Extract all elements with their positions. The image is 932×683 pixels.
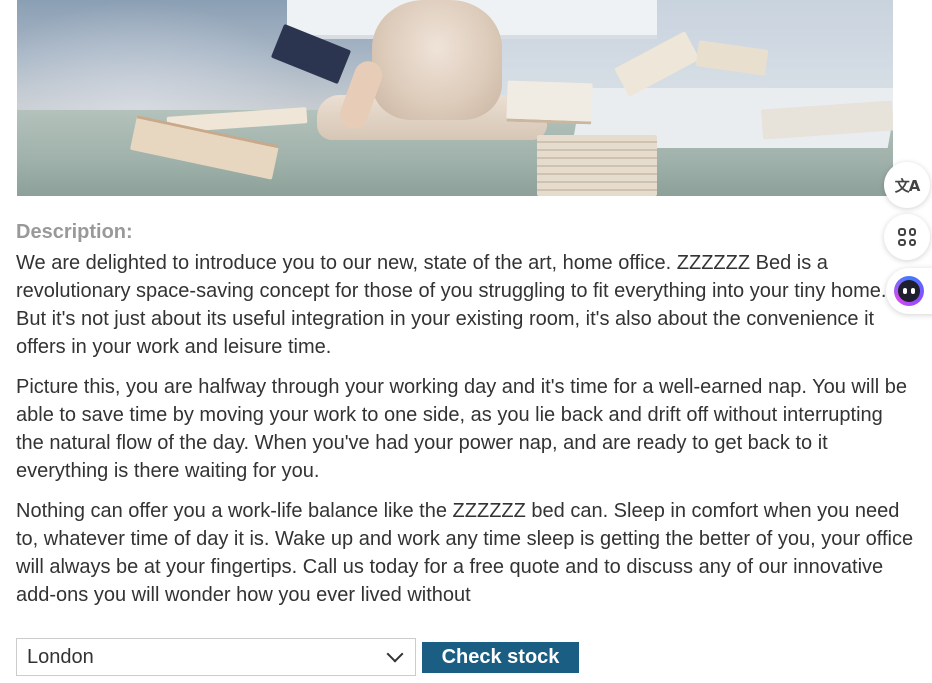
description-line: We are delighted to introduce you to our…: [16, 252, 828, 274]
check-stock-button[interactable]: Check stock: [422, 641, 579, 673]
description-label: Description:: [16, 221, 133, 243]
description-paragraph: We are delighted to introduce you to our…: [16, 249, 916, 361]
description-line: Nothing can offer you a work-life balanc…: [16, 500, 900, 522]
apps-grid-icon: [898, 228, 916, 246]
product-description: We are delighted to introduce you to our…: [16, 249, 916, 621]
description-line: everything is there waiting for you.: [16, 460, 320, 482]
image-book: [506, 80, 593, 125]
product-image: [17, 0, 893, 196]
store-select-value: London: [27, 645, 94, 668]
assistant-button[interactable]: [886, 268, 932, 314]
stock-check-form: London Check stock: [16, 638, 579, 676]
translate-icon: 文A: [894, 176, 921, 195]
description-line: But it's not just about its useful integ…: [16, 308, 875, 330]
description-line: add-ons you will wonder how you ever liv…: [16, 584, 471, 606]
description-line: able to save time by moving your work to…: [16, 404, 883, 426]
product-page: Description: We are delighted to introdu…: [0, 0, 932, 683]
description-paragraph: Nothing can offer you a work-life balanc…: [16, 497, 916, 609]
floating-side-toolbar: 文A: [884, 157, 932, 317]
store-select[interactable]: London: [16, 638, 416, 676]
description-line: the natural flow of the day. When you've…: [16, 432, 828, 454]
description-paragraph: Picture this, you are halfway through yo…: [16, 373, 916, 485]
image-person: [372, 0, 502, 120]
description-line: to, whatever time of day it is. Wake up …: [16, 528, 914, 550]
assistant-bot-icon: [894, 276, 924, 306]
image-book-stack: [537, 135, 657, 196]
chevron-down-icon: [386, 645, 404, 663]
description-line: Picture this, you are halfway through yo…: [16, 376, 907, 398]
translate-button[interactable]: 文A: [884, 162, 930, 208]
description-line: revolutionary space-saving concept for t…: [16, 280, 887, 302]
apps-button[interactable]: [884, 214, 930, 260]
description-line: offers in your work and leisure time.: [16, 336, 332, 358]
description-line: will always be at your fingertips. Call …: [16, 556, 884, 578]
